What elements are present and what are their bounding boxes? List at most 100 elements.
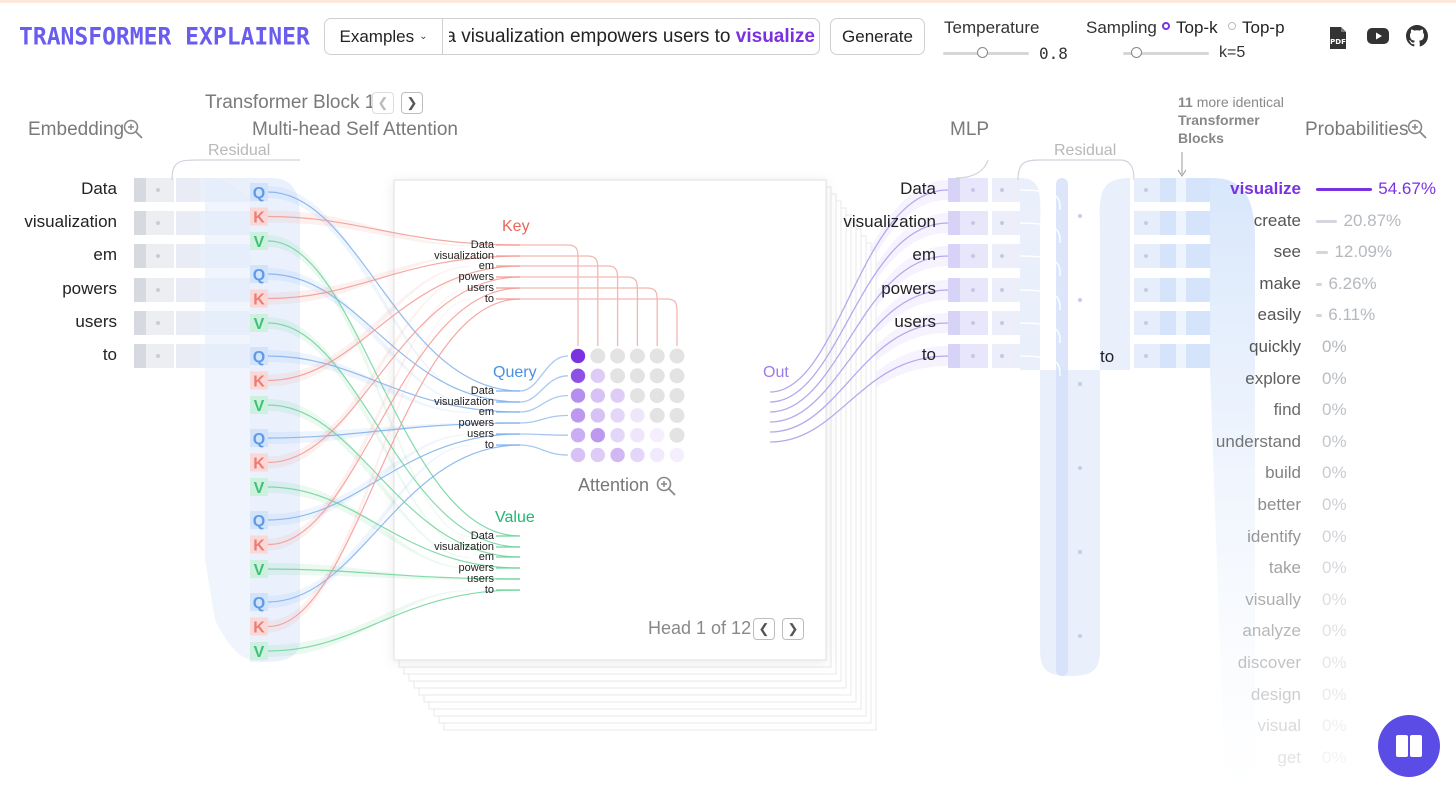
mlp-vector-cell (948, 311, 960, 335)
mlp-vector (992, 178, 1020, 202)
prob-word[interactable]: design (1181, 685, 1301, 705)
prob-value: 6.11% (1328, 305, 1376, 325)
prob-word[interactable]: identify (1181, 527, 1301, 547)
attention-cell (629, 427, 646, 443)
mlp-token[interactable]: visualization (820, 212, 936, 232)
prob-word[interactable]: make (1181, 274, 1301, 294)
embedding-vector (176, 211, 200, 235)
embedding-token[interactable]: powers (0, 279, 117, 299)
mlp-token[interactable]: users (820, 312, 936, 332)
mlp-token[interactable]: em (820, 245, 936, 265)
head-label: Head 1 of 12 (648, 618, 752, 638)
prob-value: 0% (1322, 337, 1347, 356)
prob-value: 0% (1322, 463, 1347, 483)
vector-dot (971, 221, 975, 225)
book-icon (1396, 735, 1422, 757)
vector-dot (1000, 221, 1004, 225)
attention-cell (669, 407, 685, 423)
embedding-token[interactable]: to (0, 345, 117, 365)
attention-cell (649, 447, 665, 463)
vector-dot (156, 354, 160, 358)
vector-dot (1078, 214, 1082, 218)
vector-dot (156, 188, 160, 192)
prob-value: 6.26% (1328, 273, 1377, 293)
prob-word[interactable]: understand (1181, 432, 1301, 452)
prob-word[interactable]: get (1181, 748, 1301, 768)
embedding-token[interactable]: Data (0, 179, 117, 199)
prob-value: 0% (1322, 747, 1347, 767)
key-token: to (485, 293, 494, 305)
prob-word[interactable]: analyze (1181, 621, 1301, 641)
vector-dot (971, 288, 975, 292)
mlp-token[interactable]: powers (820, 279, 936, 299)
embedding-vector-cell (134, 278, 146, 302)
vector-dot (971, 254, 975, 258)
prob-word[interactable]: visualize (1181, 179, 1301, 199)
prob-bar (1316, 219, 1338, 223)
attention-cell (570, 387, 586, 404)
prob-value: 12.09% (1334, 242, 1393, 262)
prob-word[interactable]: find (1181, 400, 1301, 420)
prob-word[interactable]: explore (1181, 369, 1301, 389)
prob-value: 0% (1322, 589, 1347, 609)
prob-word[interactable]: discover (1181, 653, 1301, 673)
guide-book-button[interactable] (1378, 715, 1440, 777)
embedding-vector (176, 178, 200, 202)
mlp-vector-cell (948, 278, 960, 302)
vector-dot (1144, 321, 1148, 325)
mlp-vector-cell (948, 344, 960, 368)
attention-cell (649, 368, 665, 384)
vector-dot (1078, 634, 1082, 638)
prob-word[interactable]: quickly (1181, 337, 1301, 357)
embedding-vector-cell (134, 344, 146, 368)
zoom-in-icon[interactable] (655, 475, 677, 497)
mlp-token[interactable]: Data (820, 179, 936, 199)
prob-word[interactable]: create (1181, 211, 1301, 231)
prob-value: 0% (1322, 495, 1347, 514)
head-prev-button[interactable]: ❮ (753, 618, 775, 640)
vector-dot (1144, 354, 1148, 358)
attention-matrix-label: Attention (578, 475, 650, 495)
vector-dot (1144, 254, 1148, 258)
value-token: to (485, 584, 494, 596)
mlp-vector (992, 278, 1020, 302)
mlp-token[interactable]: to (820, 345, 936, 365)
residual-arc (955, 159, 989, 179)
mlp-vector (992, 244, 1020, 268)
attention-cell (590, 368, 606, 384)
qkv-letter: Q (253, 267, 265, 284)
attention-cell (669, 388, 685, 404)
embedding-vector (176, 244, 200, 268)
vector-dot (156, 254, 160, 258)
qkv-letter: V (254, 398, 265, 415)
attention-cell (570, 348, 586, 364)
query-label: Query (493, 364, 537, 381)
chevron-left-icon: ❮ (758, 621, 770, 636)
embedding-vector (176, 311, 200, 335)
attention-cell (590, 407, 606, 424)
qkv-letter: K (253, 456, 265, 473)
attention-cell (570, 447, 586, 463)
prob-word[interactable]: better (1181, 495, 1301, 515)
prob-word[interactable]: see (1181, 242, 1301, 262)
prob-word[interactable]: visually (1181, 590, 1301, 610)
embedding-vector (176, 278, 200, 302)
attention-cell (649, 407, 665, 423)
qkv-letter: V (254, 234, 265, 251)
attention-cell (669, 368, 685, 384)
prob-word[interactable]: easily (1181, 305, 1301, 325)
mlp-hidden-column (1056, 178, 1068, 676)
embedding-token[interactable]: visualization (0, 212, 117, 232)
prob-word[interactable]: visual (1181, 716, 1301, 736)
embedding-token[interactable]: em (0, 245, 117, 265)
qkv-letter: K (253, 538, 265, 555)
prob-word[interactable]: build (1181, 463, 1301, 483)
attention-cell (610, 368, 626, 384)
prob-value: 0% (1322, 526, 1347, 546)
prob-word[interactable]: take (1181, 558, 1301, 578)
embedding-token[interactable]: users (0, 312, 117, 332)
vector-dot (1000, 354, 1004, 358)
attention-cell (649, 388, 665, 404)
vector-dot (156, 288, 160, 292)
head-next-button[interactable]: ❯ (782, 618, 804, 640)
